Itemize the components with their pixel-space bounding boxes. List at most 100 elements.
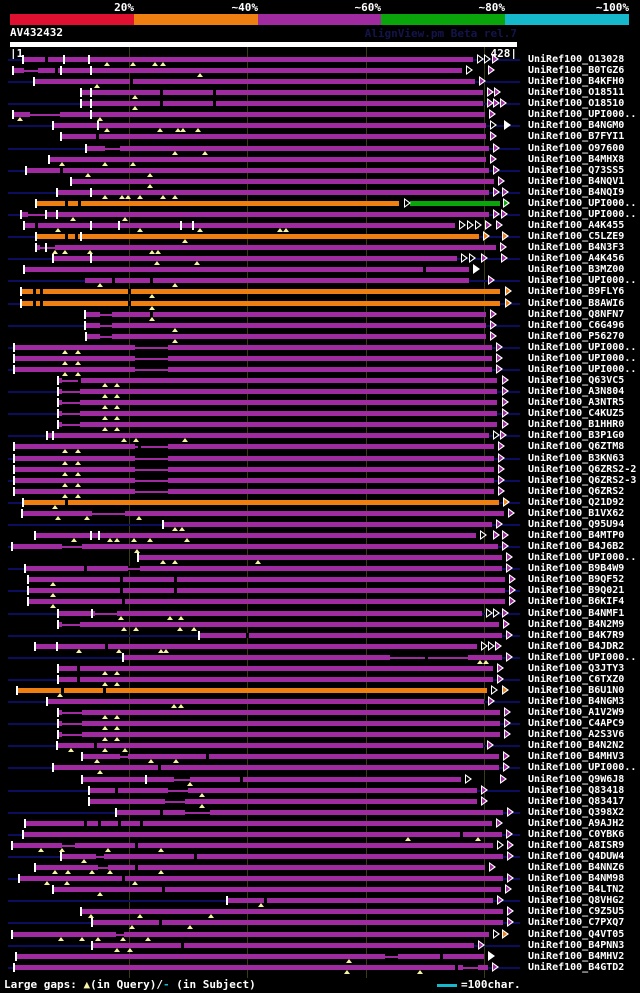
hit-label[interactable]: UniRef100_Q4VT05	[528, 929, 624, 940]
hsp-bar[interactable]	[20, 300, 500, 306]
hit-label[interactable]: UniRef100_B3MZ00	[528, 264, 624, 275]
hit-label[interactable]: UniRef100_Q8VHG2	[528, 895, 624, 906]
hsp-bar[interactable]	[81, 754, 499, 760]
hsp-bar[interactable]	[57, 378, 497, 384]
hit-label[interactable]: UniRef100_A9AJH2	[528, 818, 624, 829]
hit-label[interactable]: UniRef100_C6G496	[528, 320, 624, 331]
hit-label[interactable]: UniRef100_C5LZE9	[528, 231, 624, 242]
hsp-bar[interactable]	[137, 555, 502, 561]
hsp-bar[interactable]	[34, 643, 477, 649]
hsp-bar[interactable]	[57, 721, 500, 727]
hsp-bar[interactable]	[11, 842, 493, 848]
hsp-bar[interactable]	[80, 90, 483, 96]
hsp-bar[interactable]	[20, 289, 500, 295]
hit-label[interactable]: UniRef100_UPI000..	[528, 275, 636, 286]
hit-label[interactable]: UniRef100_B4PNN3	[528, 940, 624, 951]
hit-label[interactable]: UniRef100_B6U1N0	[528, 685, 624, 696]
hsp-bar[interactable]	[60, 854, 503, 860]
hit-label[interactable]: UniRef100_B8AWI6	[528, 298, 624, 309]
hit-label[interactable]: UniRef100_B1VX62	[528, 508, 624, 519]
hit-label[interactable]: UniRef100_Q4DUW4	[528, 851, 624, 862]
hsp-bar[interactable]	[12, 68, 462, 74]
hit-label[interactable]: UniRef100_Q6ZRS2-2	[528, 464, 636, 475]
hsp-bar[interactable]	[20, 211, 489, 217]
hsp-bar[interactable]	[85, 278, 469, 284]
hsp-bar[interactable]	[27, 599, 505, 605]
hit-label[interactable]: UniRef100_A3N804	[528, 386, 624, 397]
hsp-bar[interactable]	[88, 798, 477, 804]
hit-label[interactable]: UniRef100_B3P1G0	[528, 430, 624, 441]
hit-label[interactable]: UniRef100_A4K455	[528, 220, 624, 231]
hit-label[interactable]: UniRef100_B4MHV3	[528, 751, 624, 762]
hit-label[interactable]: UniRef100_UPI000..	[528, 109, 636, 120]
hit-label[interactable]: UniRef100_A1V2W9	[528, 707, 624, 718]
hit-label[interactable]: UniRef100_B6KIF4	[528, 596, 624, 607]
hit-label[interactable]: UniRef100_A8ISR9	[528, 840, 624, 851]
hit-label[interactable]: UniRef100_UPI000..	[528, 198, 636, 209]
hit-label[interactable]: UniRef100_B4LTN2	[528, 884, 624, 895]
hsp-bar[interactable]	[57, 732, 500, 738]
hit-label[interactable]: UniRef100_UPI000..	[528, 552, 636, 563]
hsp-bar[interactable]	[52, 887, 501, 893]
hit-label[interactable]: UniRef100_B4NMF1	[528, 608, 624, 619]
hit-label[interactable]: UniRef100_Q6ZRS2-3	[528, 475, 636, 486]
hsp-bar[interactable]	[57, 676, 493, 682]
hit-label[interactable]: UniRef100_O97600	[528, 143, 624, 154]
hit-label[interactable]: UniRef100_B4J6B2	[528, 541, 624, 552]
hit-label[interactable]: UniRef100_Q3JTY3	[528, 663, 624, 674]
hsp-bar[interactable]	[60, 134, 486, 140]
hsp-bar[interactable]	[52, 256, 457, 262]
hit-label[interactable]: UniRef100_B9FLY6	[528, 286, 624, 297]
hsp-bar[interactable]	[13, 366, 492, 372]
hsp-bar[interactable]	[27, 588, 505, 594]
hsp-bar[interactable]	[46, 699, 484, 705]
hsp-bar[interactable]	[23, 267, 469, 273]
hsp-bar[interactable]	[81, 776, 461, 782]
hsp-bar[interactable]	[13, 477, 494, 483]
hsp-bar[interactable]	[52, 123, 486, 129]
hit-label[interactable]: UniRef100_Q398X2	[528, 807, 624, 818]
hsp-bar[interactable]	[13, 344, 492, 350]
hit-label[interactable]: UniRef100_B4N3F3	[528, 242, 624, 253]
hit-label[interactable]: UniRef100_Q73SS5	[528, 165, 624, 176]
hsp-bar[interactable]	[22, 499, 499, 505]
hsp-bar[interactable]	[11, 544, 498, 550]
hit-label[interactable]: UniRef100_B9Q021	[528, 585, 624, 596]
hit-label[interactable]: UniRef100_Q83418	[528, 785, 624, 796]
hsp-bar[interactable]	[18, 876, 503, 882]
hit-label[interactable]: UniRef100_Q6ZTM8	[528, 441, 624, 452]
hit-label[interactable]: UniRef100_Q21D92	[528, 497, 624, 508]
hit-label[interactable]: UniRef100_B4MTP0	[528, 530, 624, 541]
hit-label[interactable]: UniRef100_C0YBK6	[528, 829, 624, 840]
hsp-bar[interactable]	[46, 433, 489, 439]
hit-label[interactable]: UniRef100_O18511	[528, 87, 624, 98]
hsp-bar[interactable]	[13, 444, 494, 450]
hsp-bar[interactable]	[34, 533, 476, 538]
hsp-bar[interactable]	[35, 200, 399, 206]
hsp-bar[interactable]	[198, 632, 502, 638]
hit-label[interactable]: UniRef100_B4K7R9	[528, 630, 624, 641]
hit-label[interactable]: UniRef100_Q95U94	[528, 519, 624, 530]
hsp-bar[interactable]	[35, 234, 479, 240]
hsp-bar[interactable]	[13, 466, 494, 472]
hsp-bar[interactable]	[115, 809, 503, 815]
hit-label[interactable]: UniRef100_B4MHX8	[528, 154, 624, 165]
hit-label[interactable]: UniRef100_O13028	[528, 54, 624, 65]
hit-label[interactable]: UniRef100_UPI000..	[528, 762, 636, 773]
hit-label[interactable]: UniRef100_Q9W6J8	[528, 774, 624, 785]
hit-label[interactable]: UniRef100_B9B4W9	[528, 563, 624, 574]
hsp-bar[interactable]	[13, 355, 492, 361]
alignment-row[interactable]: UniRef100_B4GTD2	[0, 961, 640, 974]
hsp-bar[interactable]	[24, 566, 502, 572]
hit-label[interactable]: UniRef100_B4N2M9	[528, 619, 624, 630]
hsp-bar[interactable]	[84, 322, 486, 328]
hit-label[interactable]: UniRef100_B4NGM0	[528, 120, 624, 131]
hsp-bar[interactable]	[85, 145, 489, 151]
hsp-bar[interactable]	[57, 411, 497, 417]
hsp-bar[interactable]	[84, 311, 486, 317]
hit-label[interactable]: UniRef100_UPI000..	[528, 364, 636, 375]
hit-label[interactable]: UniRef100_B3KN63	[528, 453, 624, 464]
hit-label[interactable]: UniRef100_B4KFH0	[528, 76, 624, 87]
hit-label[interactable]: UniRef100_A3NTR5	[528, 397, 624, 408]
hit-label[interactable]: UniRef100_B4JDR2	[528, 641, 624, 652]
